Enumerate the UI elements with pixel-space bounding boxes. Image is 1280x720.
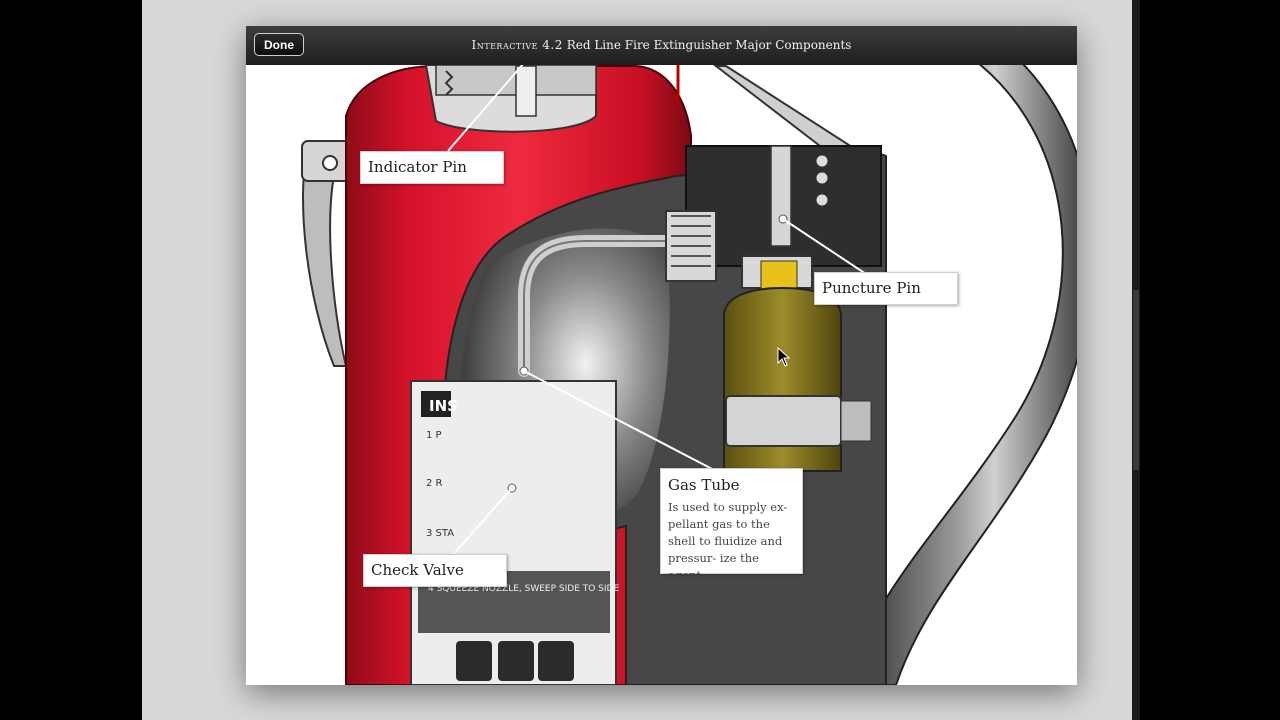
callout-puncture-pin[interactable]: Puncture Pin bbox=[814, 272, 958, 305]
svg-text:1 P: 1 P bbox=[426, 430, 442, 441]
scroll-edge bbox=[1133, 290, 1139, 470]
callout-label: Puncture Pin bbox=[822, 279, 921, 297]
svg-text:2 R: 2 R bbox=[426, 478, 443, 489]
callout-description: Is used to supply ex- pellant gas to the… bbox=[668, 500, 788, 582]
callout-label: Gas Tube bbox=[668, 476, 740, 494]
callout-label: Check Valve bbox=[371, 561, 464, 579]
callout-label: Indicator Pin bbox=[368, 158, 467, 176]
svg-text:3 STA: 3 STA bbox=[426, 528, 454, 539]
interactive-modal: INS 1 P 2 R 3 STA 4 SQUEEZE NOZZLE, SWEE… bbox=[246, 26, 1077, 685]
plate-heading: INS bbox=[429, 397, 458, 415]
modal-titlebar: Done Interactive 4.2 Red Line Fire Extin… bbox=[246, 26, 1077, 65]
callout-check-valve[interactable]: Check Valve bbox=[363, 554, 507, 587]
modal-title: Interactive 4.2 Red Line Fire Extinguish… bbox=[246, 38, 1077, 52]
title-lead: Interactive 4.2 bbox=[471, 38, 563, 52]
mouse-cursor-icon bbox=[777, 347, 791, 367]
callout-indicator-pin[interactable]: Indicator Pin bbox=[360, 151, 504, 184]
title-rest: Red Line Fire Extinguisher Major Compone… bbox=[562, 38, 852, 52]
callout-gas-tube[interactable]: Gas Tube Is used to supply ex- pellant g… bbox=[660, 468, 803, 582]
